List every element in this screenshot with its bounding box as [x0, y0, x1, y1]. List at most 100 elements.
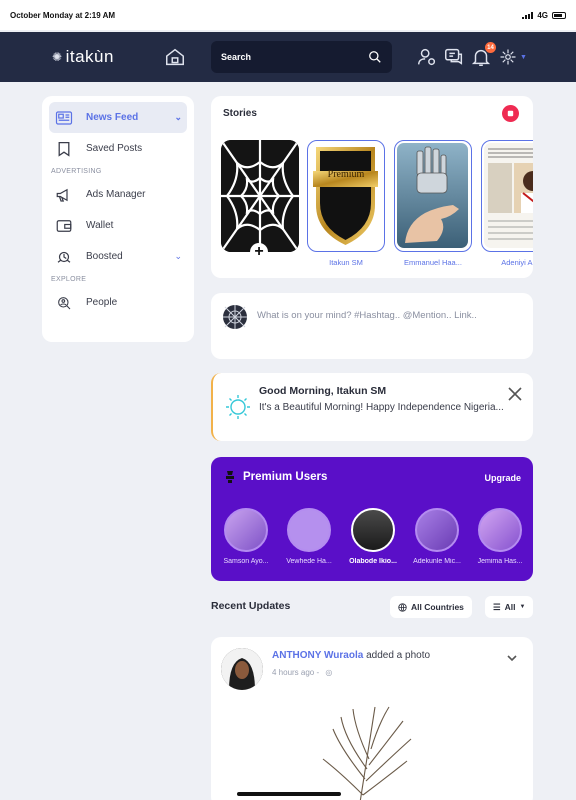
status-indicators: 4G — [522, 11, 566, 20]
post-action: added a photo — [363, 650, 431, 661]
profile-photo — [221, 648, 263, 690]
premium-user-name: Samson Ayo... — [223, 558, 269, 565]
sidebar-item-people[interactable]: People — [49, 287, 187, 318]
post-author[interactable]: ANTHONY Wuraola — [272, 650, 363, 661]
network-label: 4G — [537, 10, 548, 20]
greeting-body: It's a Beautiful Morning! Happy Independ… — [259, 402, 504, 413]
user-avatar — [223, 305, 247, 329]
post-header: ANTHONY Wuraola added a photo — [272, 650, 430, 661]
sidebar: News Feed ⌄ Saved Posts ADVERTISING Ads … — [42, 96, 194, 342]
avatar — [351, 508, 395, 552]
composer-placeholder[interactable]: What is on your mind? #Hashtag.. @Mentio… — [257, 308, 509, 323]
premium-user[interactable]: Samson Ayo... — [216, 508, 276, 565]
search-icon[interactable] — [368, 50, 382, 64]
premium-banner-text: Premium — [327, 169, 365, 180]
story-name[interactable]: Emmanuel Haa... — [394, 258, 472, 267]
logo-sun-icon: ✺ — [52, 50, 63, 64]
signal-icon — [522, 11, 534, 19]
sidebar-item-ads-manager[interactable]: Ads Manager — [49, 179, 187, 210]
search-input[interactable] — [221, 52, 368, 62]
rocket-icon — [54, 247, 74, 267]
chevron-down-icon[interactable]: ⌄ — [174, 112, 182, 123]
post-composer[interactable]: What is on your mind? #Hashtag.. @Mentio… — [211, 293, 533, 359]
profile-star-icon — [500, 49, 516, 65]
megaphone-icon — [54, 185, 74, 205]
sidebar-item-boosted[interactable]: Boosted ⌄ — [49, 241, 187, 272]
globe-icon: ◎ — [325, 668, 333, 677]
add-story-button[interactable]: + — [250, 243, 268, 261]
post-image[interactable] — [271, 699, 471, 800]
greeting-card: Good Morning, Itakun SM It's a Beautiful… — [211, 373, 533, 441]
sidebar-item-label: People — [86, 297, 118, 308]
premium-user-name: Adekunle Mic... — [413, 558, 461, 565]
create-story-tile[interactable] — [221, 140, 299, 252]
close-icon[interactable] — [507, 386, 523, 402]
avatar[interactable] — [221, 648, 263, 690]
battery-icon — [552, 11, 566, 19]
chevron-down-icon[interactable]: ⌄ — [174, 251, 182, 262]
avatar — [287, 508, 331, 552]
upgrade-button[interactable]: Upgrade — [484, 473, 521, 483]
avatar — [224, 508, 268, 552]
stories-card: Stories + Premium Itakun SM Emmanuel Haa… — [211, 96, 533, 278]
avatar — [478, 508, 522, 552]
premium-user-name: Jemima Has... — [477, 558, 523, 565]
menu-icon: ☰ — [493, 601, 501, 612]
story-name[interactable]: Adeniyi A... — [481, 258, 533, 267]
sidebar-item-label: Boosted — [86, 251, 123, 262]
home-icon[interactable] — [164, 46, 186, 68]
premium-user[interactable]: Olabode Ikio... — [343, 508, 403, 565]
newspaper-icon — [54, 108, 74, 128]
sidebar-item-saved-posts[interactable]: Saved Posts — [49, 133, 187, 164]
premium-user[interactable]: Vewhede Ha... — [279, 508, 339, 565]
country-filter-label: All Countries — [411, 602, 464, 612]
sidebar-item-wallet[interactable]: Wallet — [49, 210, 187, 241]
premium-shield-image — [310, 143, 381, 248]
feed-filter-button[interactable]: ☰ All ▼ — [485, 596, 534, 618]
sidebar-item-label: News Feed — [86, 112, 139, 123]
sidebar-item-news-feed[interactable]: News Feed ⌄ — [49, 102, 187, 133]
story-name[interactable]: Itakun SM — [307, 258, 385, 267]
story-tile[interactable] — [481, 140, 533, 252]
premium-users-card: Premium Users Upgrade Samson Ayo... Vewh… — [211, 457, 533, 581]
notification-badge: 14 — [485, 42, 496, 53]
profile-menu-button[interactable]: ▼ — [499, 46, 531, 68]
stories-title: Stories — [223, 108, 257, 119]
status-bar: October Monday at 2:19 AM 4G — [0, 0, 576, 30]
feed-filter-label: All — [504, 602, 516, 612]
newspaper-story-image — [484, 143, 533, 248]
record-icon — [507, 110, 514, 117]
people-search-icon — [54, 293, 74, 313]
record-story-button[interactable] — [502, 105, 519, 122]
premium-user[interactable]: Jemima Has... — [470, 508, 530, 565]
search-box[interactable] — [211, 41, 392, 73]
explore-section-header: EXPLORE — [51, 276, 87, 283]
chevron-down-icon[interactable] — [505, 651, 519, 665]
post-time: 4 hours ago - ◎ — [272, 668, 332, 677]
story-tile[interactable]: Premium — [307, 140, 385, 252]
premium-title: Premium Users — [243, 471, 328, 483]
story-tile[interactable] — [394, 140, 472, 252]
spiderweb-icon — [221, 140, 299, 252]
premium-user[interactable]: Adekunle Mic... — [407, 508, 467, 565]
greeting-title: Good Morning, Itakun SM — [259, 385, 387, 397]
premium-user-name: Olabode Ikio... — [349, 558, 397, 565]
caret-down-icon: ▼ — [519, 604, 526, 610]
web-avatar-icon — [223, 305, 247, 329]
logo-text: itakùn — [65, 47, 114, 66]
post-timestamp: 4 hours ago - — [272, 668, 320, 677]
home-indicator — [237, 792, 341, 796]
messages-icon[interactable] — [443, 46, 465, 68]
wallet-icon — [54, 216, 74, 236]
logo[interactable]: ✺ itakùn — [52, 47, 114, 67]
recent-updates-title: Recent Updates — [211, 600, 291, 612]
crown-icon — [226, 471, 234, 483]
sidebar-item-label: Ads Manager — [86, 189, 146, 200]
status-time: October Monday at 2:19 AM — [10, 10, 116, 20]
feed-post: ANTHONY Wuraola added a photo 4 hours ag… — [211, 637, 533, 800]
bookmark-icon — [54, 139, 74, 159]
notifications-button[interactable]: 14 — [470, 42, 496, 68]
user-settings-icon[interactable] — [416, 46, 438, 68]
robot-hand-image — [397, 143, 468, 248]
country-filter-button[interactable]: All Countries — [390, 596, 472, 618]
